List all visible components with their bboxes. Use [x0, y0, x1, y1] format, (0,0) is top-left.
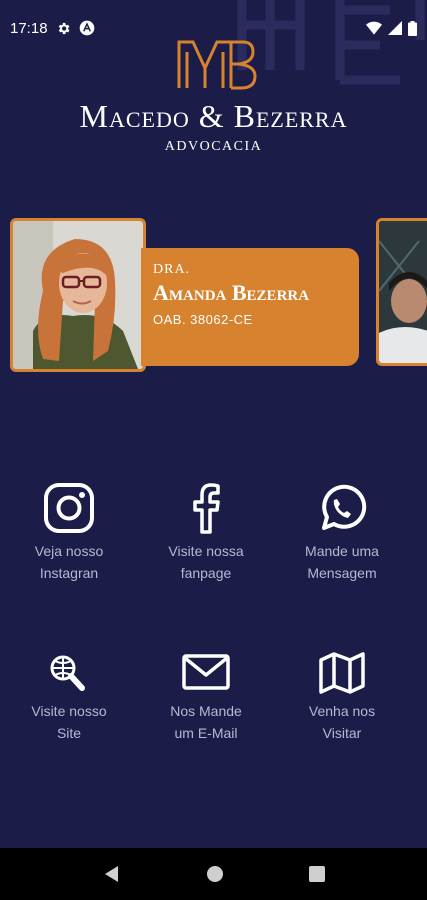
- lawyer-portrait-illustration: [13, 221, 143, 369]
- navigation-bar: [0, 848, 427, 900]
- facebook-line2: fanpage: [180, 565, 232, 581]
- whatsapp-line1: Mande uma: [305, 543, 379, 559]
- facebook-action[interactable]: Visite nossa fanpage: [141, 482, 271, 584]
- whatsapp-icon: [322, 484, 367, 530]
- status-left: 17:18: [10, 20, 95, 37]
- location-line1: Venha nos: [308, 703, 376, 719]
- location-action[interactable]: Venha nos Visitar: [277, 652, 407, 744]
- back-icon[interactable]: [103, 865, 121, 883]
- home-icon[interactable]: [206, 865, 224, 883]
- instagram-line2: Instagran: [39, 565, 99, 581]
- status-time: 17:18: [10, 19, 48, 37]
- lawyer-info-panel: DRA. Amanda Bezerra OAB. 38062-CE: [141, 248, 359, 366]
- whatsapp-line2: Mensagem: [307, 565, 377, 581]
- lawyer-name: Amanda Bezerra: [153, 280, 310, 305]
- signal-icon: [388, 21, 402, 35]
- facebook-icon: [193, 483, 220, 534]
- next-lawyer-photo: [379, 221, 427, 363]
- location-line2: Visitar: [322, 725, 362, 741]
- lawyer-card[interactable]: DRA. Amanda Bezerra OAB. 38062-CE: [10, 218, 360, 372]
- facebook-line1: Visite nossa: [168, 543, 244, 559]
- status-bar: 17:18: [0, 0, 427, 56]
- website-line1: Visite nosso: [31, 703, 107, 719]
- wifi-icon: [366, 21, 382, 35]
- web-search-icon: [50, 655, 85, 691]
- lawyer-photo: [10, 218, 146, 372]
- instagram-icon: [44, 483, 94, 533]
- whatsapp-action[interactable]: Mande uma Mensagem: [277, 482, 407, 584]
- lawyer-oab: OAB. 38062-CE: [153, 312, 253, 327]
- instagram-line1: Veja nosso: [34, 543, 104, 559]
- battery-icon: [408, 20, 417, 36]
- firm-name: Macedo & Bezerra: [79, 98, 348, 134]
- firm-subtitle: ADVOCACIA: [164, 139, 263, 154]
- email-line2: um E-Mail: [174, 725, 238, 741]
- status-right: [366, 20, 417, 36]
- map-icon: [319, 652, 365, 694]
- instagram-action[interactable]: Veja nosso Instagran: [4, 482, 134, 584]
- lawyer-title: DRA.: [153, 262, 191, 277]
- settings-gear-icon: [58, 22, 70, 34]
- recents-icon[interactable]: [308, 866, 325, 882]
- app-badge-icon: [79, 20, 94, 36]
- email-line1: Nos Mande: [170, 703, 242, 719]
- website-line2: Site: [56, 725, 82, 741]
- email-action[interactable]: Nos Mande um E-Mail: [141, 652, 271, 744]
- website-action[interactable]: Visite nosso Site: [4, 652, 134, 744]
- next-lawyer-card[interactable]: [376, 218, 427, 366]
- mail-icon: [182, 654, 230, 690]
